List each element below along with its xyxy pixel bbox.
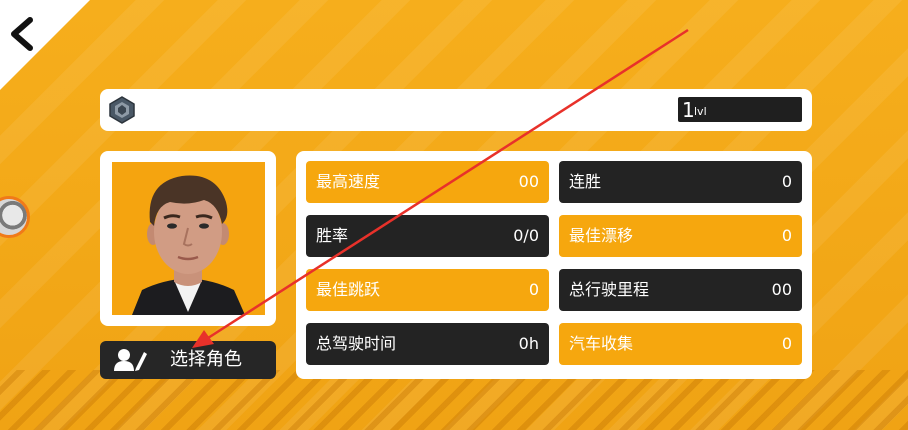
character-avatar[interactable] — [112, 162, 265, 315]
character-portrait-image — [132, 175, 245, 315]
select-character-label: 选择角色 — [170, 349, 242, 370]
level-display: 1 lvl — [678, 97, 802, 122]
level-number: 1 — [682, 98, 695, 122]
background-stripes — [0, 370, 908, 430]
stat-value: 00 — [518, 172, 539, 191]
stat-label: 总行驶里程 — [569, 280, 650, 299]
stat-top-speed: 最高速度 00 — [306, 161, 549, 203]
stat-label: 连胜 — [569, 172, 602, 191]
chevron-left-icon[interactable] — [4, 14, 44, 54]
stat-label: 最佳跳跃 — [316, 280, 381, 299]
stat-value: 0/0 — [513, 226, 539, 245]
stat-value: 0 — [781, 334, 792, 353]
stat-value: 00 — [771, 280, 792, 299]
stat-total-distance: 总行驶里程 00 — [559, 269, 802, 311]
user-edit-icon — [114, 349, 147, 371]
level-unit: lvl — [694, 105, 707, 118]
stat-value: 0h — [518, 334, 539, 353]
stat-win-rate: 胜率 0/0 — [306, 215, 549, 257]
select-character-button[interactable]: 选择角色 — [100, 341, 276, 379]
stat-win-streak: 连胜 0 — [559, 161, 802, 203]
stat-total-drive-time: 总驾驶时间 0h — [306, 323, 549, 365]
level-bar: 1 lvl — [100, 89, 812, 131]
stat-label: 最高速度 — [316, 172, 381, 191]
character-portrait-card — [100, 151, 276, 326]
stat-car-collection: 汽车收集 0 — [559, 323, 802, 365]
rank-badge-icon — [109, 96, 135, 124]
stat-value: 0 — [781, 172, 792, 191]
stat-label: 总驾驶时间 — [316, 334, 397, 353]
stat-value: 0 — [781, 226, 792, 245]
stat-label: 汽车收集 — [569, 334, 634, 353]
stat-label: 最佳漂移 — [569, 226, 634, 245]
stat-best-drift: 最佳漂移 0 — [559, 215, 802, 257]
stat-value: 0 — [528, 280, 539, 299]
stats-panel: 最高速度 00 连胜 0 胜率 0/0 最佳漂移 0 最佳跳跃 0 总行驶里程 … — [296, 151, 812, 379]
stat-best-jump: 最佳跳跃 0 — [306, 269, 549, 311]
stat-label: 胜率 — [316, 226, 349, 245]
